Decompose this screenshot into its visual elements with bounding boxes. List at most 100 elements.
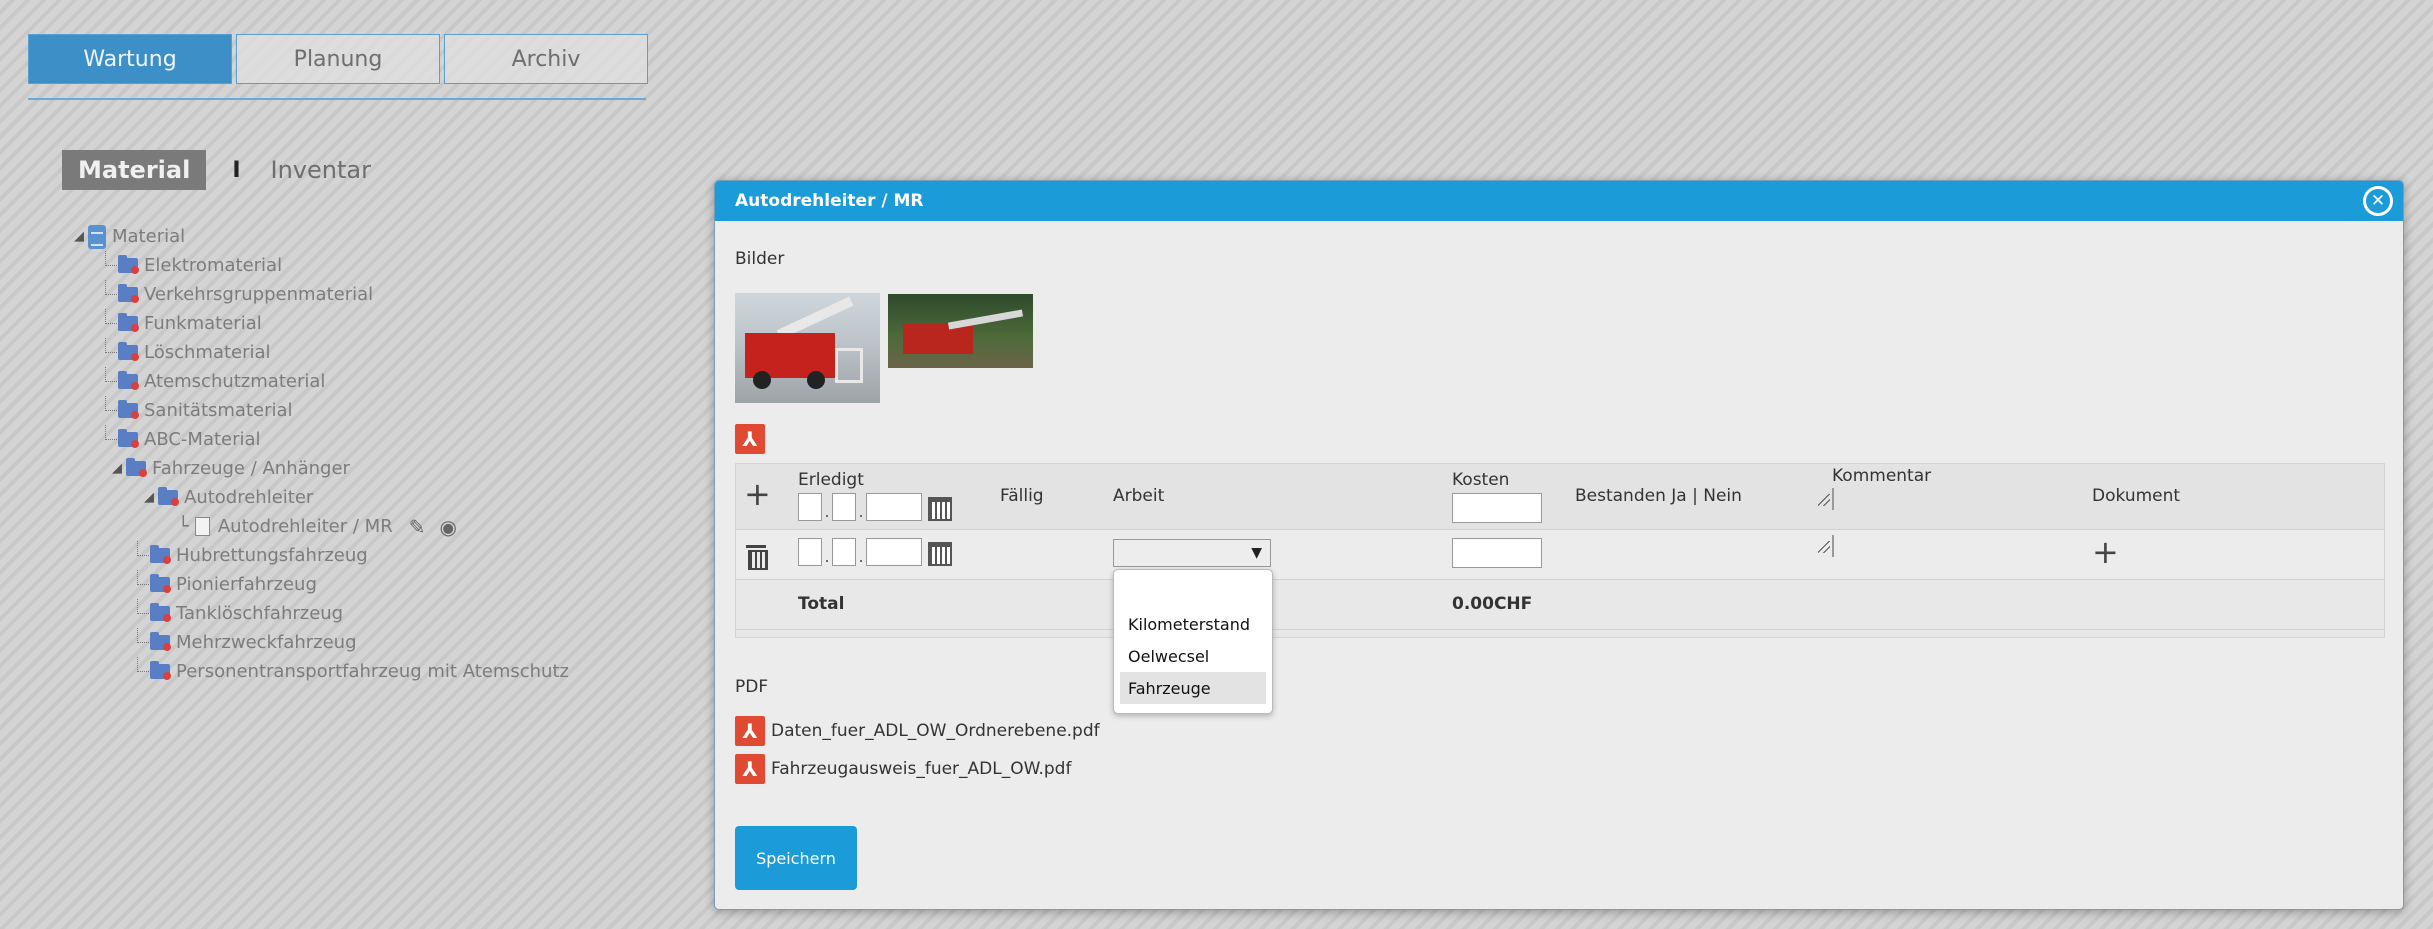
tab-archiv[interactable]: Archiv bbox=[444, 34, 648, 84]
tree-item[interactable]: Pionierfahrzeug bbox=[70, 570, 569, 599]
kosten-input[interactable] bbox=[1452, 538, 1542, 568]
pdf-file-name[interactable]: Fahrzeugausweis_fuer_ADL_OW.pdf bbox=[771, 759, 1071, 779]
tree-connector bbox=[100, 367, 118, 396]
tab-planung[interactable]: Planung bbox=[236, 34, 440, 84]
header-arbeit: Arbeit bbox=[1113, 486, 1165, 506]
dialog-title: Autodrehleiter / MR bbox=[735, 191, 924, 211]
tree-item-autodrehleiter[interactable]: ◢ Autodrehleiter bbox=[70, 483, 569, 512]
tree-item-label: Funkmaterial bbox=[144, 313, 262, 334]
kommentar-filter-input[interactable] bbox=[1832, 488, 1834, 510]
eye-icon[interactable]: ◉ bbox=[439, 515, 456, 539]
tree-item-label: Mehrzweckfahrzeug bbox=[176, 632, 357, 653]
month-input[interactable] bbox=[832, 538, 856, 566]
pdf-file-link[interactable]: ⅄ Daten_fuer_ADL_OW_Ordnerebene.pdf bbox=[735, 712, 1100, 750]
tab-wartung[interactable]: Wartung bbox=[28, 34, 232, 84]
calendar-icon[interactable] bbox=[928, 497, 952, 521]
year-input[interactable] bbox=[866, 538, 922, 566]
tree-item-label: Atemschutzmaterial bbox=[144, 371, 326, 392]
tree-item[interactable]: Tanklöschfahrzeug bbox=[70, 599, 569, 628]
folder-icon bbox=[118, 255, 139, 274]
folder-icon bbox=[150, 661, 171, 680]
table-header: + Erledigt . . Fällig Arbeit Kosten Best… bbox=[736, 464, 2384, 530]
tree-item[interactable]: Personentransportfahrzeug mit Atemschutz bbox=[70, 657, 569, 686]
tree-connector bbox=[132, 599, 150, 628]
folder-icon bbox=[150, 632, 171, 651]
tree-connector bbox=[100, 309, 118, 338]
folder-icon bbox=[118, 313, 139, 332]
day-input[interactable] bbox=[798, 538, 822, 566]
folder-icon bbox=[118, 371, 139, 390]
tree-item-label: Sanitätsmaterial bbox=[144, 400, 293, 421]
collapse-icon[interactable]: ◢ bbox=[70, 229, 88, 244]
pdf-icon[interactable]: ⅄ bbox=[735, 424, 765, 454]
pdf-file-link[interactable]: ⅄ Fahrzeugausweis_fuer_ADL_OW.pdf bbox=[735, 750, 1100, 788]
tree-connector bbox=[132, 541, 150, 570]
tree-item[interactable]: Hubrettungsfahrzeug bbox=[70, 541, 569, 570]
tree-item-fahrzeuge[interactable]: ◢ Fahrzeuge / Anhänger bbox=[70, 454, 569, 483]
calendar-icon[interactable] bbox=[928, 542, 952, 566]
tree-connector bbox=[100, 338, 118, 367]
save-button[interactable]: Speichern bbox=[735, 826, 857, 890]
date-dot: . bbox=[824, 547, 830, 566]
tree-connector bbox=[100, 251, 118, 280]
tree-root[interactable]: ◢ Material bbox=[70, 222, 569, 251]
dropdown-option-selected[interactable]: Fahrzeuge bbox=[1120, 672, 1266, 704]
maintenance-table: + Erledigt . . Fällig Arbeit Kosten Best… bbox=[735, 463, 2385, 638]
header-kommentar: Kommentar bbox=[1832, 466, 1932, 486]
add-document-plus-icon[interactable]: + bbox=[2092, 536, 2119, 568]
tree-item-label: Löschmaterial bbox=[144, 342, 271, 363]
thumb-basket bbox=[835, 348, 863, 383]
edit-pencil-icon[interactable]: ✎ bbox=[409, 515, 426, 539]
database-icon bbox=[88, 224, 106, 249]
tree-item-label: Pionierfahrzeug bbox=[176, 574, 317, 595]
pdf-file-name[interactable]: Daten_fuer_ADL_OW_Ordnerebene.pdf bbox=[771, 721, 1100, 741]
tree-item[interactable]: ABC-Material bbox=[70, 425, 569, 454]
date-dot: . bbox=[824, 502, 830, 521]
tree-connector bbox=[100, 280, 118, 309]
material-tree: ◢ Material Elektromaterial Verkehrsgrupp… bbox=[70, 222, 569, 686]
arbeit-dropdown-list: Kilometerstand Oelwecsel Fahrzeuge bbox=[1113, 569, 1273, 714]
folder-icon bbox=[150, 574, 171, 593]
tree-leaf[interactable]: └ Autodrehleiter / MR ✎ ◉ bbox=[70, 512, 569, 541]
tree-connector bbox=[132, 570, 150, 599]
dropdown-option[interactable]: Oelwecsel bbox=[1114, 640, 1272, 672]
maintenance-dialog: Autodrehleiter / MR ✕ Bilder ⅄ + Erledig… bbox=[714, 180, 2404, 910]
table-row: . . ▼ + bbox=[736, 530, 2384, 580]
tree-item[interactable]: Löschmaterial bbox=[70, 338, 569, 367]
image-thumbnail[interactable] bbox=[888, 294, 1033, 368]
tree-item-label: Personentransportfahrzeug mit Atemschutz bbox=[176, 661, 569, 682]
view-inventar-button[interactable]: Inventar bbox=[271, 156, 371, 184]
view-material-button[interactable]: Material bbox=[62, 150, 207, 190]
tab-underline bbox=[28, 98, 646, 100]
pdf-section-label: PDF bbox=[735, 677, 769, 697]
folder-icon bbox=[118, 429, 139, 448]
thumb-wheel bbox=[807, 371, 825, 389]
header-dokument: Dokument bbox=[2092, 486, 2181, 506]
tree-connector bbox=[132, 628, 150, 657]
tree-item-label: Autodrehleiter bbox=[184, 487, 314, 508]
tree-item[interactable]: Verkehrsgruppenmaterial bbox=[70, 280, 569, 309]
tree-item[interactable]: Funkmaterial bbox=[70, 309, 569, 338]
arbeit-select[interactable]: ▼ bbox=[1113, 539, 1271, 567]
header-erledigt: Erledigt bbox=[798, 470, 864, 490]
collapse-icon[interactable]: ◢ bbox=[108, 461, 126, 476]
image-thumbnail[interactable] bbox=[735, 293, 880, 403]
add-row-plus-icon[interactable]: + bbox=[744, 478, 771, 510]
tree-item[interactable]: Atemschutzmaterial bbox=[70, 367, 569, 396]
month-input[interactable] bbox=[832, 493, 856, 521]
tree-item[interactable]: Mehrzweckfahrzeug bbox=[70, 628, 569, 657]
pdf-icon: ⅄ bbox=[735, 716, 765, 746]
folder-icon bbox=[150, 603, 171, 622]
tree-connector bbox=[100, 396, 118, 425]
close-icon[interactable]: ✕ bbox=[2363, 186, 2393, 216]
total-label: Total bbox=[798, 594, 845, 614]
kosten-filter-input[interactable] bbox=[1452, 493, 1542, 523]
thumb-wheel bbox=[753, 371, 771, 389]
year-input[interactable] bbox=[866, 493, 922, 521]
day-input[interactable] bbox=[798, 493, 822, 521]
kommentar-input[interactable] bbox=[1832, 535, 1834, 557]
tree-item[interactable]: Sanitätsmaterial bbox=[70, 396, 569, 425]
collapse-icon[interactable]: ◢ bbox=[140, 490, 158, 505]
tree-item[interactable]: Elektromaterial bbox=[70, 251, 569, 280]
dropdown-option[interactable]: Kilometerstand bbox=[1114, 608, 1272, 640]
